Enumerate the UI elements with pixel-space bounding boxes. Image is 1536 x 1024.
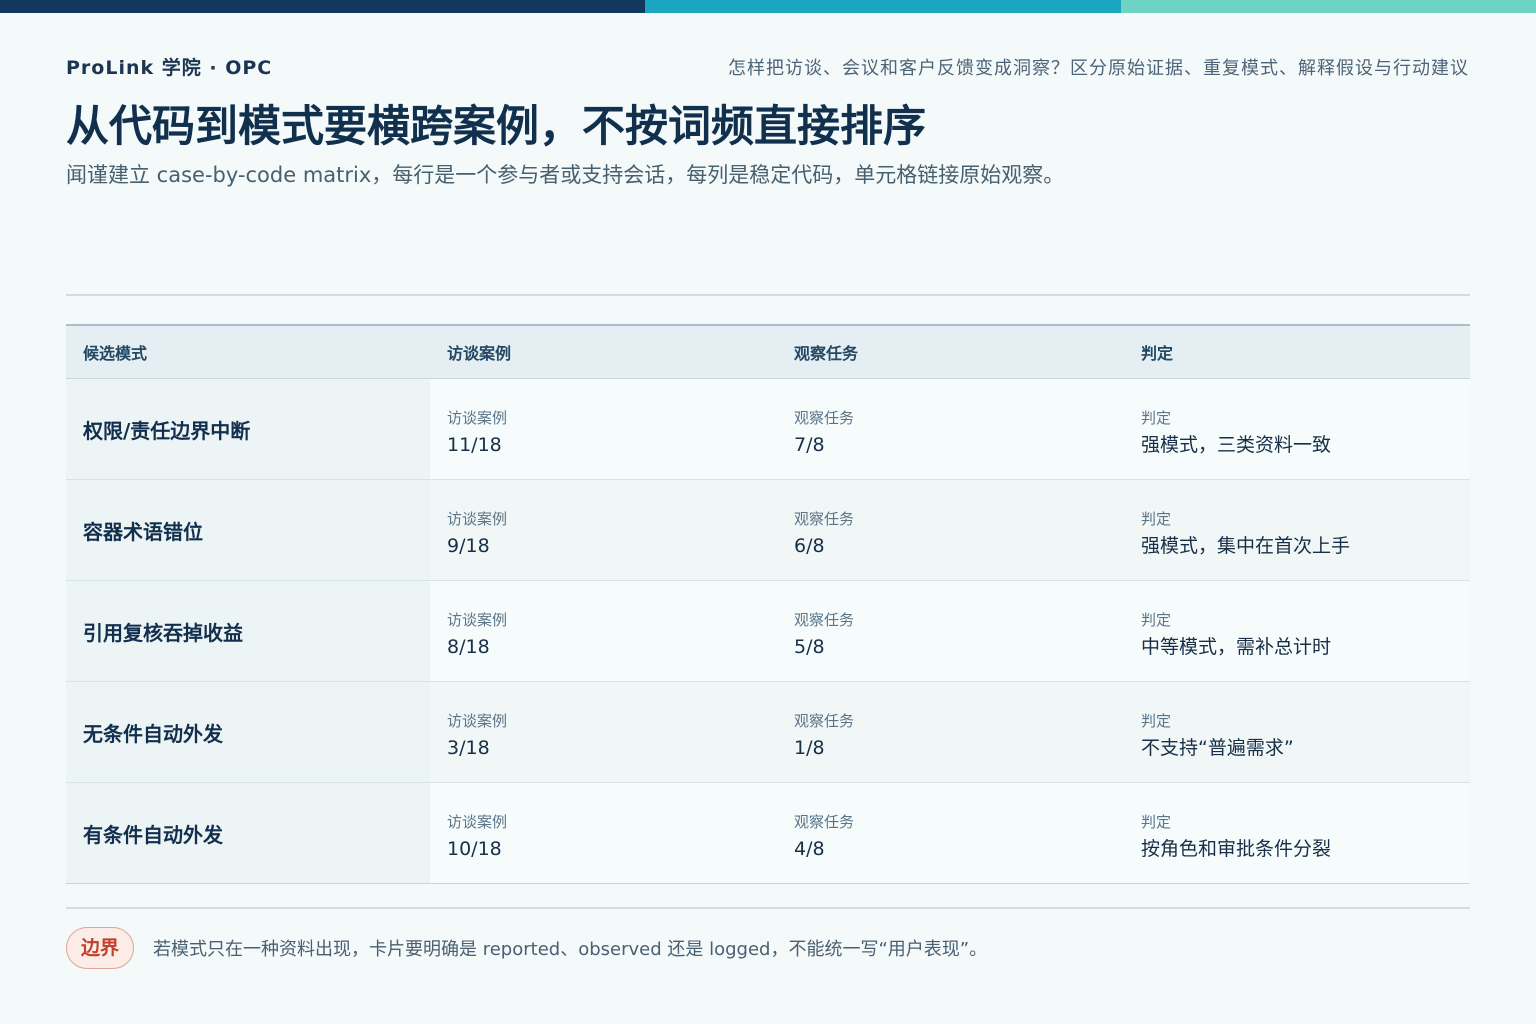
observations-cell: 观察任务 5/8 (777, 580, 1124, 682)
header-interviews: 访谈案例 (430, 324, 777, 379)
cell-label: 判定 (1141, 813, 1172, 831)
header-verdict: 判定 (1124, 324, 1470, 379)
header-pattern: 候选模式 (66, 324, 430, 379)
verdict-value: 强模式，集中在首次上手 (1141, 535, 1351, 557)
cell-label: 观察任务 (794, 611, 855, 629)
brand-label: ProLink 学院 · OPC (66, 57, 273, 79)
observations-value: 5/8 (794, 636, 825, 658)
verdict-cell: 判定 按角色和审批条件分裂 (1124, 782, 1470, 884)
observations-value: 4/8 (794, 838, 825, 860)
cell-label: 判定 (1141, 611, 1172, 629)
interviews-value: 9/18 (447, 535, 490, 557)
cell-label: 判定 (1141, 510, 1172, 528)
verdict-cell: 判定 不支持“普遍需求” (1124, 681, 1470, 783)
cell-label: 访谈案例 (447, 510, 508, 528)
interviews-value: 8/18 (447, 636, 490, 658)
pattern-name: 有条件自动外发 (66, 782, 430, 884)
table-row: 有条件自动外发 访谈案例 10/18 观察任务 4/8 判定 按角色和审批条件分… (66, 782, 1470, 884)
verdict-cell: 判定 强模式，集中在首次上手 (1124, 479, 1470, 581)
cell-label: 判定 (1141, 712, 1172, 730)
boundary-note-text: 若模式只在一种资料出现，卡片要明确是 reported、observed 还是 … (153, 939, 988, 960)
cell-label: 观察任务 (794, 510, 855, 528)
boundary-note: 边界 若模式只在一种资料出现，卡片要明确是 reported、observed … (66, 927, 987, 969)
observations-cell: 观察任务 6/8 (777, 479, 1124, 581)
interviews-value: 11/18 (447, 434, 502, 456)
cell-label: 观察任务 (794, 409, 855, 427)
verdict-value: 不支持“普遍需求” (1141, 737, 1294, 759)
divider-bottom (66, 907, 1470, 909)
cell-label: 访谈案例 (447, 611, 508, 629)
table-header-row: 候选模式 访谈案例 观察任务 判定 (66, 324, 1470, 379)
page-title: 从代码到模式要横跨案例，不按词频直接排序 (66, 102, 926, 152)
observations-cell: 观察任务 4/8 (777, 782, 1124, 884)
accent-segment-teal (645, 0, 1121, 13)
accent-segment-navy (0, 0, 645, 13)
cell-label: 判定 (1141, 409, 1172, 427)
interviews-cell: 访谈案例 9/18 (430, 479, 777, 581)
pattern-name: 权限/责任边界中断 (66, 378, 430, 480)
interviews-value: 3/18 (447, 737, 490, 759)
observations-value: 7/8 (794, 434, 825, 456)
verdict-value: 中等模式，需补总计时 (1141, 636, 1332, 658)
cell-label: 观察任务 (794, 712, 855, 730)
verdict-value: 强模式，三类资料一致 (1141, 434, 1332, 456)
cell-label: 访谈案例 (447, 409, 508, 427)
cell-label: 访谈案例 (447, 813, 508, 831)
observations-cell: 观察任务 1/8 (777, 681, 1124, 783)
boundary-badge: 边界 (66, 927, 134, 969)
verdict-cell: 判定 中等模式，需补总计时 (1124, 580, 1470, 682)
header-observations: 观察任务 (777, 324, 1124, 379)
page-subtitle: 闻谨建立 case-by-code matrix，每行是一个参与者或支持会话，每… (66, 163, 1065, 187)
table-row: 无条件自动外发 访谈案例 3/18 观察任务 1/8 判定 不支持“普遍需求” (66, 681, 1470, 783)
pattern-name: 无条件自动外发 (66, 681, 430, 783)
cell-label: 观察任务 (794, 813, 855, 831)
table-row: 引用复核吞掉收益 访谈案例 8/18 观察任务 5/8 判定 中等模式，需补总计… (66, 580, 1470, 682)
table-row: 容器术语错位 访谈案例 9/18 观察任务 6/8 判定 强模式，集中在首次上手 (66, 479, 1470, 581)
cell-label: 访谈案例 (447, 712, 508, 730)
accent-segment-mint (1121, 0, 1536, 13)
observations-value: 1/8 (794, 737, 825, 759)
pattern-name: 引用复核吞掉收益 (66, 580, 430, 682)
observations-value: 6/8 (794, 535, 825, 557)
interviews-cell: 访谈案例 3/18 (430, 681, 777, 783)
interviews-cell: 访谈案例 8/18 (430, 580, 777, 682)
verdict-cell: 判定 强模式，三类资料一致 (1124, 378, 1470, 480)
pattern-name: 容器术语错位 (66, 479, 430, 581)
observations-cell: 观察任务 7/8 (777, 378, 1124, 480)
guiding-question: 怎样把访谈、会议和客户反馈变成洞察？区分原始证据、重复模式、解释假设与行动建议 (728, 58, 1469, 79)
divider-top (66, 294, 1470, 296)
interviews-value: 10/18 (447, 838, 502, 860)
interviews-cell: 访谈案例 11/18 (430, 378, 777, 480)
verdict-value: 按角色和审批条件分裂 (1141, 838, 1332, 860)
table-row: 权限/责任边界中断 访谈案例 11/18 观察任务 7/8 判定 强模式，三类资… (66, 378, 1470, 480)
case-code-matrix: 候选模式 访谈案例 观察任务 判定 权限/责任边界中断 访谈案例 11/18 观… (66, 324, 1470, 884)
top-accent-bar (0, 0, 1536, 13)
interviews-cell: 访谈案例 10/18 (430, 782, 777, 884)
